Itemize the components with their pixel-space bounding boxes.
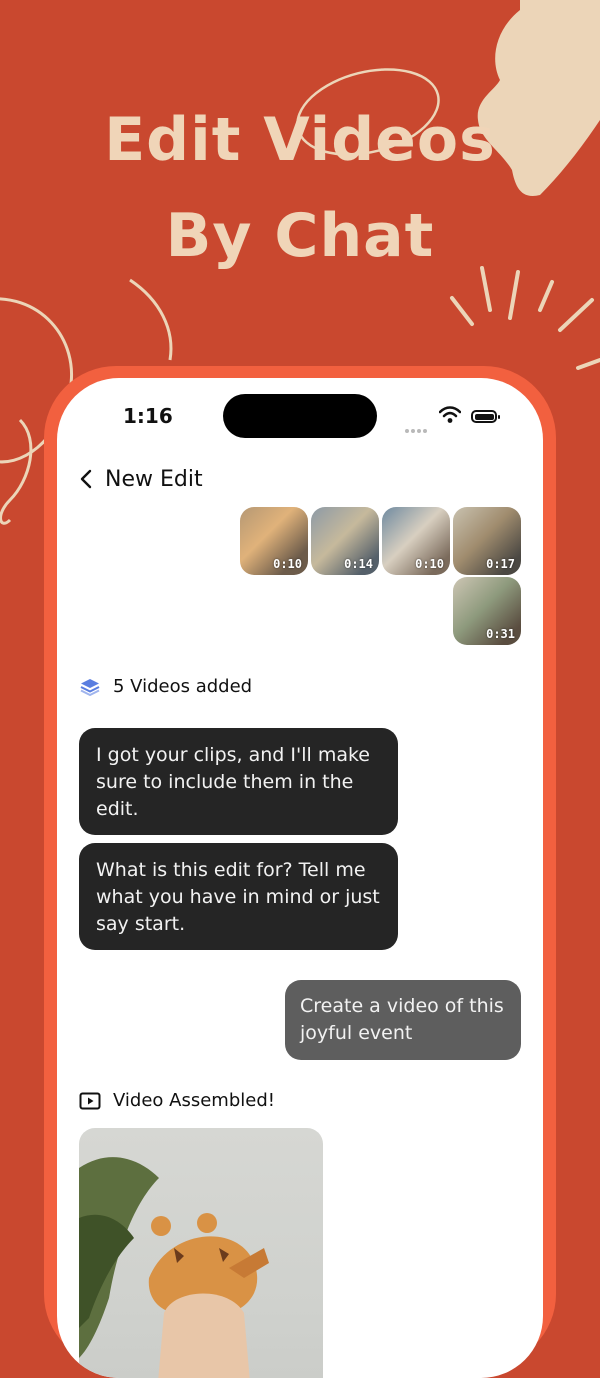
video-preview-art	[79, 1157, 269, 1378]
chevron-left-icon[interactable]	[79, 466, 101, 492]
status-time: 1:16	[123, 404, 173, 428]
play-video-icon	[79, 1092, 101, 1109]
stack-layers-icon	[80, 678, 100, 696]
user-message: Create a video of this joyful event	[285, 980, 521, 1060]
battery-icon	[471, 410, 500, 423]
videos-added-label: 5 Videos added	[113, 676, 253, 697]
cellular-dots-icon	[405, 418, 431, 433]
clip-duration: 0:17	[486, 557, 515, 571]
clip-duration: 0:14	[344, 557, 373, 571]
assembled-video-preview[interactable]	[79, 1128, 323, 1378]
clip-thumbnail[interactable]: 0:31	[453, 577, 521, 645]
phone-screen: 1:16 New Edit 0:10 0:14 0:10 0:17 0:31 5…	[57, 378, 543, 1378]
clip-thumbnail[interactable]: 0:10	[382, 507, 450, 575]
video-assembled-row: Video Assembled!	[79, 1090, 275, 1111]
scribble-arc-left	[129, 278, 173, 361]
clip-thumbnail[interactable]: 0:14	[311, 507, 379, 575]
nav-bar: New Edit	[79, 466, 203, 492]
page-title: New Edit	[105, 466, 203, 492]
headline-line-1: Edit Videos	[104, 105, 496, 175]
assistant-message: What is this edit for? Tell me what you …	[79, 843, 398, 950]
wifi-icon	[439, 406, 461, 423]
clip-duration: 0:10	[415, 557, 444, 571]
clip-duration: 0:31	[486, 627, 515, 641]
scribble-swirl-left	[0, 418, 33, 525]
clip-thumbnail[interactable]: 0:17	[453, 507, 521, 575]
videos-added-row: 5 Videos added	[79, 676, 252, 697]
headline-line-2: By Chat	[165, 201, 435, 271]
clip-thumbnail[interactable]: 0:10	[240, 507, 308, 575]
video-assembled-label: Video Assembled!	[113, 1090, 275, 1111]
sparkle-lines	[450, 266, 600, 370]
dynamic-island	[223, 394, 377, 438]
assistant-message: I got your clips, and I'll make sure to …	[79, 728, 398, 835]
clip-duration: 0:10	[273, 557, 302, 571]
